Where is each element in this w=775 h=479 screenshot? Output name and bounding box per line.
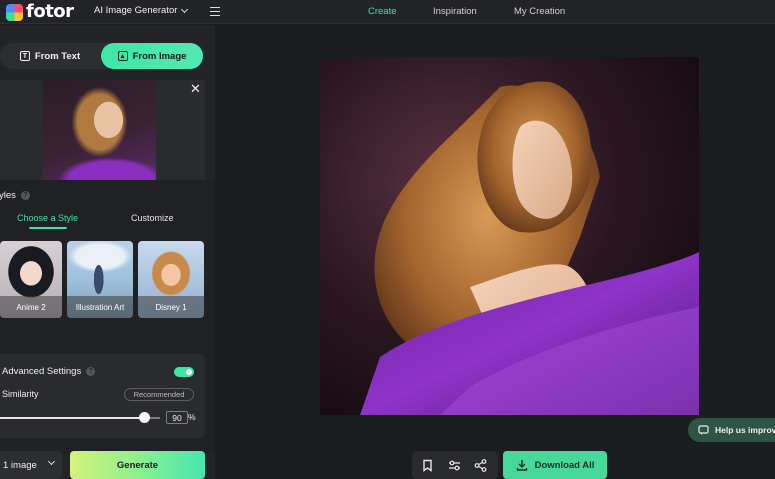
image-count-label: 1 image (3, 459, 37, 471)
similarity-slider-thumb[interactable] (138, 412, 150, 423)
similarity-value-input[interactable]: 90 (166, 411, 188, 424)
logo-text: fotor (26, 1, 74, 22)
feedback-icon (698, 424, 709, 435)
tool-selector-label: AI Image Generator (94, 5, 178, 16)
image-icon: ▴ (117, 51, 128, 61)
nav-create[interactable]: Create (368, 6, 397, 17)
mode-tabs: T From Text ▴ From Image (0, 43, 205, 69)
nav-inspiration[interactable]: Inspiration (433, 6, 477, 17)
download-all-button[interactable]: Download All (503, 451, 607, 479)
uploaded-image-thumbnail (43, 80, 156, 185)
download-icon (516, 460, 527, 471)
generate-button[interactable]: Generate (70, 451, 205, 479)
generated-image-art (320, 57, 699, 415)
close-icon[interactable]: ✕ (190, 82, 201, 96)
tab-customize[interactable]: Customize (131, 213, 174, 223)
tool-selector-dropdown[interactable]: AI Image Generator (94, 5, 189, 16)
advanced-settings-heading: Advanced Settings ? (2, 366, 96, 377)
style-card-label: Anime 2 (0, 296, 62, 318)
style-card-illustration-art[interactable]: Illustration Art (67, 241, 133, 318)
advanced-settings-toggle[interactable] (174, 367, 194, 377)
adjust-sliders-icon[interactable] (448, 459, 461, 472)
similarity-slider-track[interactable] (0, 417, 160, 419)
tab-from-text-label: From Text (34, 50, 81, 62)
style-card-label: Disney 1 (138, 296, 204, 318)
help-us-improve-button[interactable]: Help us improv (688, 418, 775, 442)
advanced-settings-title: Advanced Settings (2, 366, 82, 377)
fotor-logo[interactable]: fotor (6, 2, 74, 22)
style-card-disney-1[interactable]: Disney 1 (138, 241, 204, 318)
help-icon[interactable]: ? (86, 367, 96, 376)
image-toolbar (412, 451, 498, 479)
logo-mark-icon (6, 3, 23, 21)
share-icon[interactable] (474, 459, 487, 472)
download-all-label: Download All (534, 459, 595, 471)
similarity-label: Similarity (2, 389, 39, 399)
tab-from-text[interactable]: T From Text (14, 43, 86, 69)
similarity-slider-fill (0, 417, 144, 419)
generated-image[interactable] (320, 57, 699, 415)
chevron-down-icon (47, 457, 56, 466)
help-us-improve-label: Help us improv (715, 425, 775, 435)
tab-from-image[interactable]: ▴ From Image (101, 43, 203, 69)
styles-heading: Styles ? (0, 190, 30, 201)
active-tab-indicator (29, 227, 67, 229)
image-count-dropdown[interactable]: 1 image (0, 451, 62, 479)
style-card-anime-2[interactable]: Anime 2 (0, 241, 62, 318)
nav-my-creation[interactable]: My Creation (514, 6, 565, 17)
recommended-badge[interactable]: Recommended (124, 388, 194, 401)
style-card-label: Illustration Art (67, 296, 133, 318)
chevron-down-icon (181, 5, 189, 13)
tab-from-image-label: From Image (132, 50, 187, 62)
text-box-icon: T (19, 51, 30, 61)
help-icon[interactable]: ? (20, 191, 30, 200)
bookmark-icon[interactable] (421, 459, 434, 472)
hamburger-menu-icon[interactable] (210, 7, 220, 16)
styles-title: Styles (0, 190, 16, 201)
tab-choose-a-style[interactable]: Choose a Style (17, 213, 78, 223)
percent-sign: % (188, 412, 196, 422)
top-bar: fotor AI Image Generator Create Inspirat… (0, 0, 775, 24)
